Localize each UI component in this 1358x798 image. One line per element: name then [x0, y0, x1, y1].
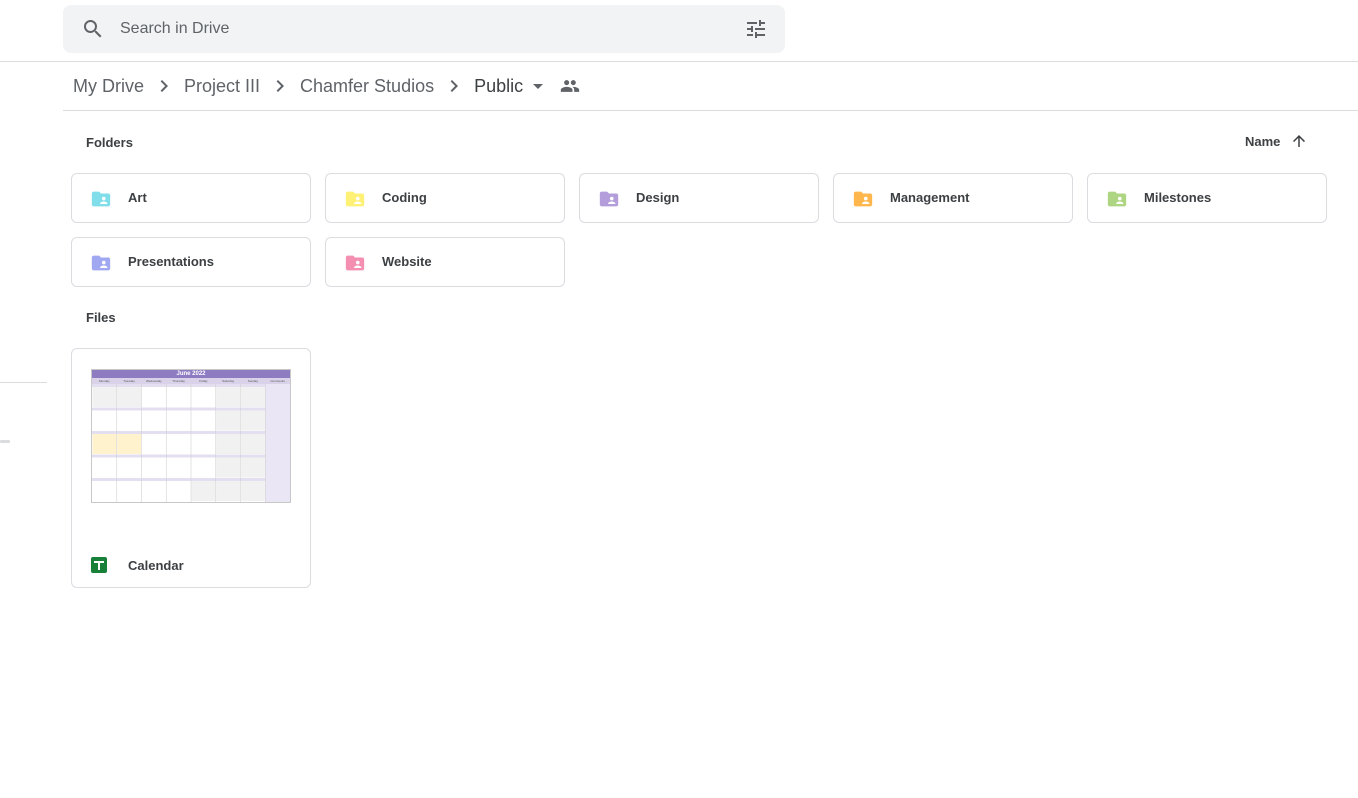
thumbnail-day-cell [191, 481, 216, 501]
folder-presentations[interactable]: Presentations [71, 237, 311, 287]
arrow-up-icon[interactable] [1290, 132, 1308, 150]
folder-design[interactable]: Design [579, 173, 819, 223]
folder-name: Website [382, 254, 432, 269]
folder-name: Design [636, 190, 680, 205]
thumbnail-week-header [92, 384, 266, 387]
thumbnail-day-cell [92, 481, 117, 501]
thumbnail-day-cell [142, 410, 166, 431]
sidebar-scroll-handle[interactable] [0, 440, 10, 443]
thumbnail-week-header [92, 454, 266, 458]
shared-folder-icon [599, 191, 619, 207]
folder-art[interactable]: Art [71, 173, 311, 223]
people-icon[interactable] [560, 76, 580, 96]
sidebar-divider [0, 382, 47, 383]
file-footer: Calendar [91, 555, 184, 575]
thumbnail-day-cell [166, 481, 191, 501]
folder-name: Management [890, 190, 970, 205]
drive-page: My Drive Project III Chamfer Studios Pub… [0, 0, 1358, 798]
sort-label: Name [1245, 133, 1281, 149]
thumbnail-day-cell [142, 387, 166, 407]
thumbnail-day-cell [241, 434, 265, 454]
search-bar[interactable] [63, 5, 785, 53]
tune-icon[interactable] [744, 17, 768, 41]
thumbnail-day-cell [166, 457, 191, 478]
thumbnail-day-cell [191, 410, 216, 431]
folders-label: Folders [86, 135, 133, 150]
thumbnail-week-header [92, 431, 266, 434]
thumbnail-day-cell [117, 457, 141, 478]
thumbnail-day-cell [117, 434, 141, 454]
thumbnail-week-header [92, 407, 266, 411]
chevron-right-icon [276, 80, 285, 92]
folder-name: Presentations [128, 254, 214, 269]
thumbnail-day-cell [241, 457, 265, 478]
folder-management[interactable]: Management [833, 173, 1073, 223]
chevron-right-icon [160, 80, 168, 92]
file-thumbnail: June 2022 Monday Tuesday Wednesday Thurs… [91, 369, 291, 503]
thumbnail-day-cell [92, 434, 117, 454]
thumbnail-day-cell [191, 387, 216, 407]
file-name: Calendar [128, 557, 184, 573]
thumbnail-day-cell [166, 434, 191, 454]
thumbnail-day-cell [166, 387, 191, 407]
shared-folder-icon [91, 255, 111, 271]
thumbnail-day-cell [191, 434, 216, 454]
breadcrumb-divider [63, 110, 1358, 111]
google-sheets-icon [91, 557, 107, 573]
thumbnail-day-cell [142, 457, 166, 478]
thumbnail-calendar-grid [92, 384, 290, 502]
folder-coding[interactable]: Coding [325, 173, 565, 223]
shared-folder-icon [1107, 191, 1127, 207]
breadcrumb-chamfer-studios[interactable]: Chamfer Studios [300, 76, 434, 97]
shared-folder-icon [345, 191, 365, 207]
thumbnail-day-cell [92, 410, 117, 431]
thumbnail-day-cell [241, 410, 265, 431]
chevron-right-icon [450, 80, 459, 92]
thumbnail-day-cell [92, 457, 117, 478]
thumbnail-day-cell [166, 410, 191, 431]
thumbnail-week-header [92, 478, 266, 481]
folder-milestones[interactable]: Milestones [1087, 173, 1327, 223]
thumbnail-day-cell [241, 387, 265, 407]
thumbnail-comments-column [265, 384, 290, 502]
breadcrumb-my-drive[interactable]: My Drive [73, 76, 144, 97]
thumbnail-day-cell [216, 457, 240, 478]
folder-name: Art [128, 190, 147, 205]
thumbnail-day-cell [142, 434, 166, 454]
sort-by-name-button[interactable]: Name [1245, 130, 1308, 152]
shared-folder-icon [345, 255, 365, 271]
thumbnail-day-cell [117, 410, 141, 431]
search-input[interactable] [120, 17, 720, 41]
header-divider [0, 61, 1358, 62]
folder-website[interactable]: Website [325, 237, 565, 287]
thumbnail-day-cell [216, 410, 240, 431]
caret-down-icon[interactable] [526, 74, 550, 98]
files-label: Files [86, 310, 116, 325]
thumbnail-day-cell [216, 434, 240, 454]
shared-folder-icon [853, 191, 873, 207]
thumbnail-day-cell [117, 481, 141, 501]
file-calendar[interactable]: June 2022 Monday Tuesday Wednesday Thurs… [71, 348, 311, 588]
thumbnail-day-cell [117, 387, 141, 407]
thumbnail-day-cell [241, 481, 265, 501]
thumbnail-day-cell [142, 481, 166, 501]
thumbnail-title: June 2022 [92, 370, 290, 378]
breadcrumb: My Drive Project III Chamfer Studios Pub… [73, 70, 580, 102]
thumbnail-day-cell [92, 387, 117, 407]
search-icon[interactable] [81, 17, 105, 41]
shared-folder-icon [91, 191, 111, 207]
thumbnail-day-cell [216, 481, 240, 501]
folder-name: Coding [382, 190, 427, 205]
breadcrumb-public[interactable]: Public [474, 76, 523, 97]
breadcrumb-project-iii[interactable]: Project III [184, 76, 260, 97]
thumbnail-day-cell [216, 387, 240, 407]
thumbnail-day-cell [191, 457, 216, 478]
folder-name: Milestones [1144, 190, 1212, 205]
